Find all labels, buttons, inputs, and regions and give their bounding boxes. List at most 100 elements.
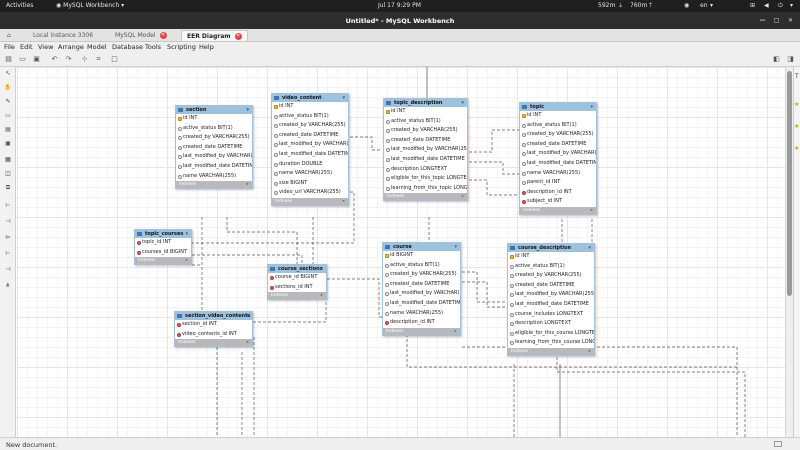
collapse-arrow-icon[interactable]: ▾ <box>320 265 323 273</box>
menu-database[interactable]: Database <box>112 43 143 51</box>
table-section[interactable]: section ▾ id INT active_status BIT(1) create… <box>175 105 253 190</box>
indexes-section[interactable]: Indexes ▸ <box>384 193 467 201</box>
column-row[interactable]: video_url VARCHAR(255) <box>272 188 348 198</box>
column-row[interactable]: topic_id INT <box>135 238 191 248</box>
image-tool-icon[interactable]: ▣ <box>4 140 12 148</box>
undo-icon[interactable]: ↶ <box>50 55 59 64</box>
indexes-section[interactable]: Indexes ▸ <box>268 292 326 300</box>
note-tool-icon[interactable]: ▤ <box>4 126 12 134</box>
column-row[interactable]: last_modified_by VARCHAR(255) <box>384 145 467 155</box>
maximize-button[interactable]: □ <box>772 16 781 25</box>
star-icon[interactable]: ★ <box>794 123 799 130</box>
new-file-icon[interactable]: □ <box>110 55 119 64</box>
indexes-section[interactable]: Indexes ▸ <box>176 181 252 189</box>
table-course-sections[interactable]: course_sections ▾ course_id BIGINT sections… <box>267 264 327 301</box>
column-row[interactable]: description_id INT <box>520 188 596 198</box>
table-header[interactable]: course ▾ <box>383 243 460 251</box>
column-row[interactable]: description LONGTEXT <box>384 165 467 175</box>
close-window-button[interactable]: ✕ <box>786 16 795 25</box>
column-row[interactable]: section_id INT <box>175 320 252 330</box>
table-header[interactable]: section ▾ <box>176 106 252 114</box>
scrollbar-thumb[interactable] <box>787 71 792 296</box>
column-row[interactable]: description_id INT <box>383 318 460 328</box>
tab-eer-diagram[interactable]: EER Diagram ✕ <box>181 30 248 41</box>
column-row[interactable]: active_status BIT(1) <box>384 117 467 127</box>
column-row[interactable]: id BIGINT <box>383 251 460 261</box>
table-topic-description[interactable]: topic_description ▾ id INT active_status BI… <box>383 98 468 202</box>
table-header[interactable]: section_video_contents ▾ <box>175 312 252 320</box>
expand-arrow-icon[interactable]: ▸ <box>589 348 591 355</box>
star-icon[interactable]: ★ <box>794 145 799 152</box>
column-row[interactable]: created_by VARCHAR(255) <box>272 121 348 131</box>
toggle-grid-icon[interactable]: ⊹ <box>80 55 89 64</box>
table-header[interactable]: course_description ▾ <box>508 244 594 252</box>
menu-file[interactable]: File <box>4 43 15 51</box>
menu-tools[interactable]: Tools <box>145 43 161 51</box>
column-row[interactable]: eligible_for_this_course LONGTEXT <box>508 329 594 339</box>
close-tab-icon[interactable]: ✕ <box>234 33 242 40</box>
column-row[interactable]: last_modified_date DATETIME <box>272 150 348 160</box>
collapse-arrow-icon[interactable]: ▾ <box>185 230 188 238</box>
home-tab[interactable]: ⌂ <box>2 30 18 41</box>
column-row[interactable]: last_modified_by VARCHAR(255) <box>272 140 348 150</box>
star-icon[interactable]: ★ <box>794 101 799 108</box>
column-row[interactable]: id INT <box>520 111 596 121</box>
column-row[interactable]: created_by VARCHAR(255) <box>384 126 467 136</box>
activities-button[interactable]: Activities <box>6 2 33 9</box>
relation-n-m-icon[interactable]: ⊨ <box>4 234 12 242</box>
column-row[interactable]: active_status BIT(1) <box>272 112 348 122</box>
pointer-tool-icon[interactable]: ↖ <box>4 70 12 78</box>
relation-existing-icon[interactable]: ⋔ <box>4 282 12 290</box>
column-row[interactable]: last_modified_date DATETIME <box>176 162 252 172</box>
column-row[interactable]: name VARCHAR(255) <box>383 309 460 319</box>
column-row[interactable]: name VARCHAR(255) <box>520 169 596 179</box>
column-row[interactable]: subject_id INT <box>520 197 596 207</box>
column-row[interactable]: id INT <box>384 107 467 117</box>
volume-icon[interactable]: ◀ <box>764 2 769 9</box>
expand-arrow-icon[interactable]: ▸ <box>247 339 249 346</box>
table-header[interactable]: topic_courses ▾ <box>135 230 191 238</box>
table-topic[interactable]: topic ▾ id INT active_status BIT(1) created_… <box>519 102 597 215</box>
new-model-icon[interactable]: ▤ <box>4 55 13 64</box>
menu-scripting[interactable]: Scripting <box>167 43 196 51</box>
collapse-arrow-icon[interactable]: ▾ <box>246 106 249 114</box>
tab-local-instance[interactable]: Local instance 3306 <box>28 30 98 41</box>
column-row[interactable]: created_date DATETIME <box>272 131 348 141</box>
network-icon[interactable]: ⊞ <box>750 2 755 9</box>
column-row[interactable]: created_date DATETIME <box>384 136 467 146</box>
indexes-section[interactable]: Indexes ▸ <box>383 327 460 335</box>
column-row[interactable]: last_modified_by VARCHAR(255) <box>176 152 252 162</box>
column-row[interactable]: last_modified_date DATETIME <box>520 159 596 169</box>
column-row[interactable]: id INT <box>508 252 594 262</box>
app-menu[interactable]: ◉ MySQL Workbench ▾ <box>56 2 124 9</box>
column-row[interactable]: active_status BIT(1) <box>176 124 252 134</box>
toggle-secondary-sidebar-icon[interactable]: ◨ <box>786 55 795 64</box>
column-row[interactable]: last_modified_by VARCHAR(255) <box>383 289 460 299</box>
expand-arrow-icon[interactable]: ▸ <box>321 292 323 299</box>
vertical-scrollbar[interactable] <box>785 67 793 437</box>
resize-grip-icon[interactable] <box>774 441 782 447</box>
relation-1-n-id-icon[interactable]: ⊣ <box>4 266 12 274</box>
table-header[interactable]: video_content ▾ <box>272 94 348 102</box>
column-row[interactable]: created_by VARCHAR(255) <box>176 133 252 143</box>
power-icon[interactable]: ⏻ <box>778 2 783 10</box>
table-header[interactable]: topic ▾ <box>520 103 596 111</box>
routine-tool-icon[interactable]: ⧉ <box>4 184 12 192</box>
column-row[interactable]: active_status BIT(1) <box>383 261 460 271</box>
collapse-arrow-icon[interactable]: ▾ <box>590 103 593 111</box>
save-model-icon[interactable]: ▣ <box>32 55 41 64</box>
status-icon[interactable]: ◉ <box>684 2 689 9</box>
menu-view[interactable]: View <box>38 43 53 51</box>
panel-tab[interactable]: T <box>795 73 799 80</box>
column-row[interactable]: course_id BIGINT <box>268 273 326 283</box>
collapse-arrow-icon[interactable]: ▾ <box>454 243 457 251</box>
indexes-section[interactable]: Indexes ▸ <box>135 257 191 265</box>
expand-arrow-icon[interactable]: ▸ <box>247 181 249 188</box>
menu-model[interactable]: Model <box>87 43 107 51</box>
column-row[interactable]: created_date DATETIME <box>508 281 594 291</box>
column-row[interactable]: course_includes LONGTEXT <box>508 310 594 320</box>
table-header[interactable]: course_sections ▾ <box>268 265 326 273</box>
toggle-sidebar-icon[interactable]: ◧ <box>772 55 781 64</box>
column-row[interactable]: created_by VARCHAR(255) <box>520 130 596 140</box>
column-row[interactable]: last_modified_date DATETIME <box>508 300 594 310</box>
